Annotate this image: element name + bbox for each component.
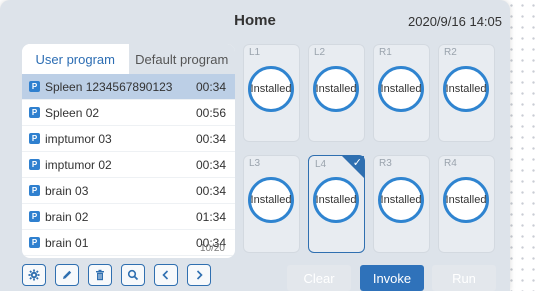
datetime: 2020/9/16 14:05 xyxy=(408,14,502,29)
slot-label: R4 xyxy=(444,158,457,169)
search-button[interactable] xyxy=(121,264,145,286)
program-time: 01:34 xyxy=(195,209,226,224)
search-icon xyxy=(127,269,139,281)
settings-button[interactable] xyxy=(22,264,46,286)
slot-status: Installed xyxy=(378,66,424,112)
chevron-right-icon xyxy=(196,270,203,280)
delete-button[interactable] xyxy=(88,264,112,286)
program-icon: P xyxy=(29,81,40,92)
pagination: 10/20 xyxy=(199,243,225,254)
slot-status: Installed xyxy=(443,177,489,223)
program-time: 00:56 xyxy=(195,105,226,120)
program-name: brain 02 xyxy=(45,209,89,224)
slot-label: R1 xyxy=(379,47,392,58)
program-name: brain 01 xyxy=(45,235,89,250)
program-row[interactable]: P Spleen 1234567890123 00:34 xyxy=(22,74,235,100)
program-icon: P xyxy=(29,237,40,248)
program-row[interactable]: P imptumor 02 00:34 xyxy=(22,152,235,178)
slot-r1[interactable]: R1 Installed xyxy=(373,44,430,142)
slot-status: Installed xyxy=(248,66,294,112)
program-name: Spleen 02 xyxy=(45,105,100,120)
slot-label: R2 xyxy=(444,47,457,58)
slot-label: L2 xyxy=(314,47,326,58)
slot-status: Installed xyxy=(313,66,359,112)
program-icon: P xyxy=(29,185,40,196)
slot-l2[interactable]: L2 Installed xyxy=(308,44,365,142)
slot-label: L3 xyxy=(249,158,261,169)
tab-default-program[interactable]: Default program xyxy=(128,44,235,74)
slot-label: R3 xyxy=(379,158,392,169)
slot-status: Installed xyxy=(248,177,294,223)
program-row[interactable]: P Spleen 02 00:56 xyxy=(22,100,235,126)
chevron-left-icon xyxy=(162,270,169,280)
tab-user-program[interactable]: User program xyxy=(22,44,129,74)
program-time: 00:34 xyxy=(195,131,226,146)
program-panel: User program Default program P Spleen 12… xyxy=(22,44,235,258)
program-name: brain 03 xyxy=(45,183,89,198)
edit-button[interactable] xyxy=(55,264,79,286)
invoke-button[interactable]: Invoke xyxy=(360,265,424,291)
program-name: Spleen 1234567890123 xyxy=(45,79,173,94)
slot-label: L1 xyxy=(249,47,261,58)
program-time: 00:34 xyxy=(195,157,226,172)
device-screen: Home 2020/9/16 14:05 User program Defaul… xyxy=(0,0,510,291)
slot-r4[interactable]: R4 Installed xyxy=(438,155,495,253)
slot-l3[interactable]: L3 Installed xyxy=(243,155,300,253)
slot-l1[interactable]: L1 Installed xyxy=(243,44,300,142)
program-time: 00:34 xyxy=(195,79,226,94)
pencil-icon xyxy=(63,270,72,279)
program-icon: P xyxy=(29,159,40,170)
program-row[interactable]: P brain 02 01:34 xyxy=(22,204,235,230)
prev-page-button[interactable] xyxy=(154,264,178,286)
clear-button[interactable]: Clear xyxy=(287,265,351,291)
program-icon: P xyxy=(29,107,40,118)
toolbar xyxy=(22,264,211,286)
program-time: 00:34 xyxy=(195,183,226,198)
slot-r2[interactable]: R2 Installed xyxy=(438,44,495,142)
program-icon: P xyxy=(29,133,40,144)
next-page-button[interactable] xyxy=(187,264,211,286)
checkmark-icon: ✓ xyxy=(352,157,362,169)
header: Home 2020/9/16 14:05 xyxy=(0,0,510,40)
program-tabs: User program Default program xyxy=(22,44,235,74)
slot-status: Installed xyxy=(313,177,359,223)
trash-icon xyxy=(96,269,104,281)
program-icon: P xyxy=(29,211,40,222)
slot-l4[interactable]: L4 ✓ Installed xyxy=(308,155,365,253)
slot-status: Installed xyxy=(443,66,489,112)
slot-r3[interactable]: R3 Installed xyxy=(373,155,430,253)
run-button[interactable]: Run xyxy=(432,265,496,291)
slot-status: Installed xyxy=(378,177,424,223)
program-row[interactable]: P imptumor 03 00:34 xyxy=(22,126,235,152)
program-list: P Spleen 1234567890123 00:34 P Spleen 02… xyxy=(22,74,235,256)
program-name: imptumor 02 xyxy=(45,157,112,172)
slot-label: L4 xyxy=(315,159,327,170)
program-name: imptumor 03 xyxy=(45,131,112,146)
gear-icon xyxy=(28,269,40,281)
program-row[interactable]: P brain 03 00:34 xyxy=(22,178,235,204)
